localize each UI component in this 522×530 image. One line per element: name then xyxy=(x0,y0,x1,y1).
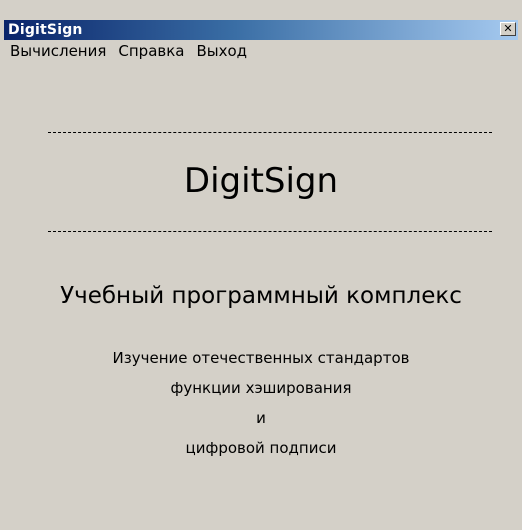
app-name-heading: DigitSign xyxy=(183,161,339,201)
divider-bottom xyxy=(48,231,492,232)
app-window: DigitSign ✕ Вычисления Справка Выход Dig… xyxy=(0,0,522,530)
description-line: цифровой подписи xyxy=(185,439,337,457)
menu-item-help[interactable]: Справка xyxy=(112,41,190,61)
description-line: функции хэширования xyxy=(170,379,352,397)
close-button[interactable]: ✕ xyxy=(500,22,516,36)
close-icon: ✕ xyxy=(503,22,513,35)
menu-item-calculations[interactable]: Вычисления xyxy=(4,41,112,61)
subtitle: Учебный программный комплекс xyxy=(60,283,462,309)
menu-item-exit[interactable]: Выход xyxy=(190,41,253,61)
menu-bar: Вычисления Справка Выход xyxy=(4,41,518,61)
window-title: DigitSign xyxy=(8,22,83,38)
divider-top xyxy=(48,132,492,133)
description-line: Изучение отечественных стандартов xyxy=(112,349,410,367)
description-line: и xyxy=(256,409,266,427)
title-bar[interactable]: DigitSign ✕ xyxy=(4,20,518,40)
